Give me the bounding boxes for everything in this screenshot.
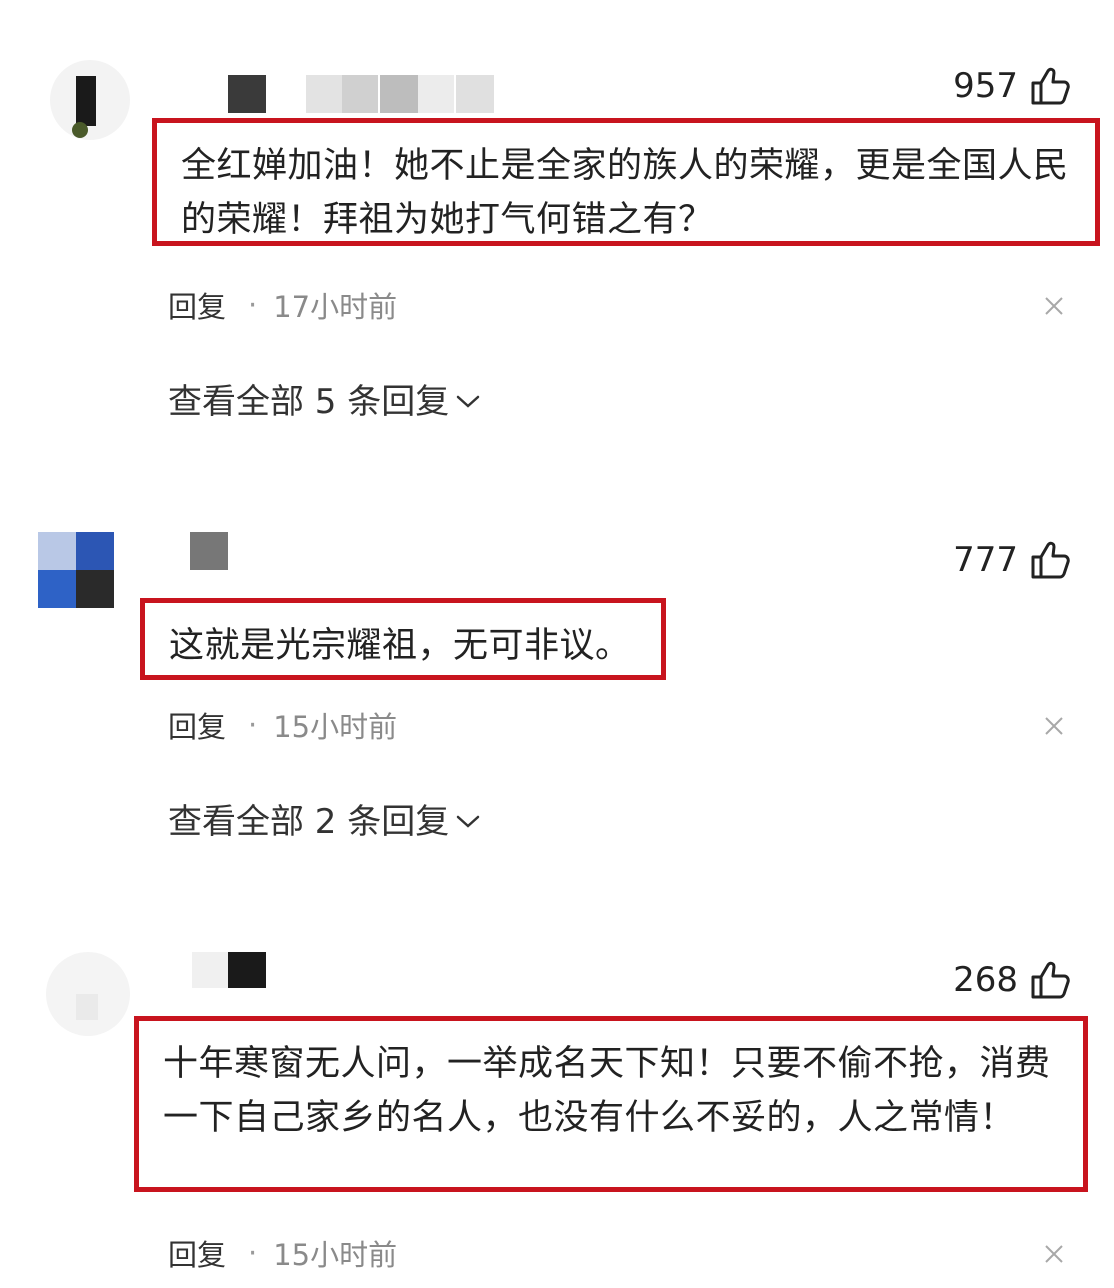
timestamp: 15小时前 bbox=[273, 1238, 398, 1272]
comment-item: 268 十年寒窗无人问，一举成名天下知！只要不偷不抢，消费一下自己家乡的名人，也… bbox=[0, 920, 1114, 1288]
comment-text: 这就是光宗耀祖，无可非议。 bbox=[169, 626, 631, 666]
like-count: 268 bbox=[953, 960, 1018, 1000]
like-count: 777 bbox=[953, 540, 1018, 580]
like-area[interactable]: 268 bbox=[953, 960, 1070, 1000]
like-area[interactable]: 777 bbox=[953, 540, 1070, 580]
like-count: 957 bbox=[953, 66, 1018, 106]
comment-text: 全红婵加油！她不止是全家的族人的荣耀，更是全国人民的荣耀！拜祖为她打气何错之有？ bbox=[181, 146, 1069, 240]
thumbs-up-icon[interactable] bbox=[1030, 540, 1070, 580]
comment-item: 777 这就是光宗耀祖，无可非议。 回复 · 15小时前 查看全部 2 条回复 bbox=[0, 480, 1114, 920]
close-icon[interactable] bbox=[1044, 1244, 1064, 1264]
thumbs-up-icon[interactable] bbox=[1030, 66, 1070, 106]
timestamp: 15小时前 bbox=[273, 710, 398, 744]
thumbs-up-icon[interactable] bbox=[1030, 960, 1070, 1000]
comment-meta: 回复 · 15小时前 bbox=[168, 1232, 397, 1274]
separator-dot: · bbox=[248, 288, 258, 322]
separator-dot: · bbox=[248, 1236, 258, 1270]
comment-text-box: 这就是光宗耀祖，无可非议。 bbox=[140, 598, 666, 680]
separator-dot: · bbox=[248, 708, 258, 742]
comment-meta: 回复 · 17小时前 bbox=[168, 284, 397, 326]
view-all-replies-button[interactable]: 查看全部 5 条回复 bbox=[168, 374, 481, 423]
username-redacted[interactable] bbox=[0, 480, 600, 590]
close-icon[interactable] bbox=[1044, 716, 1064, 736]
comment-meta: 回复 · 15小时前 bbox=[168, 704, 397, 746]
chevron-down-icon bbox=[457, 815, 480, 828]
reply-button[interactable]: 回复 bbox=[168, 1232, 226, 1274]
comment-item: 957 全红婵加油！她不止是全家的族人的荣耀，更是全国人民的荣耀！拜祖为她打气何… bbox=[0, 0, 1114, 480]
view-all-replies-label: 查看全部 2 条回复 bbox=[168, 802, 450, 842]
chevron-down-icon bbox=[457, 395, 480, 408]
view-all-replies-label: 查看全部 5 条回复 bbox=[168, 382, 450, 422]
username-redacted[interactable] bbox=[0, 0, 600, 120]
view-all-replies-button[interactable]: 查看全部 2 条回复 bbox=[168, 794, 481, 843]
username-redacted[interactable] bbox=[0, 920, 600, 1010]
comment-text: 十年寒窗无人问，一举成名天下知！只要不偷不抢，消费一下自己家乡的名人，也没有什么… bbox=[163, 1044, 1051, 1138]
like-area[interactable]: 957 bbox=[953, 66, 1070, 106]
reply-button[interactable]: 回复 bbox=[168, 704, 226, 746]
comment-text-box: 十年寒窗无人问，一举成名天下知！只要不偷不抢，消费一下自己家乡的名人，也没有什么… bbox=[134, 1016, 1088, 1192]
close-icon[interactable] bbox=[1044, 296, 1064, 316]
timestamp: 17小时前 bbox=[273, 290, 398, 324]
reply-button[interactable]: 回复 bbox=[168, 284, 226, 326]
comment-text-box: 全红婵加油！她不止是全家的族人的荣耀，更是全国人民的荣耀！拜祖为她打气何错之有？ bbox=[152, 118, 1100, 246]
